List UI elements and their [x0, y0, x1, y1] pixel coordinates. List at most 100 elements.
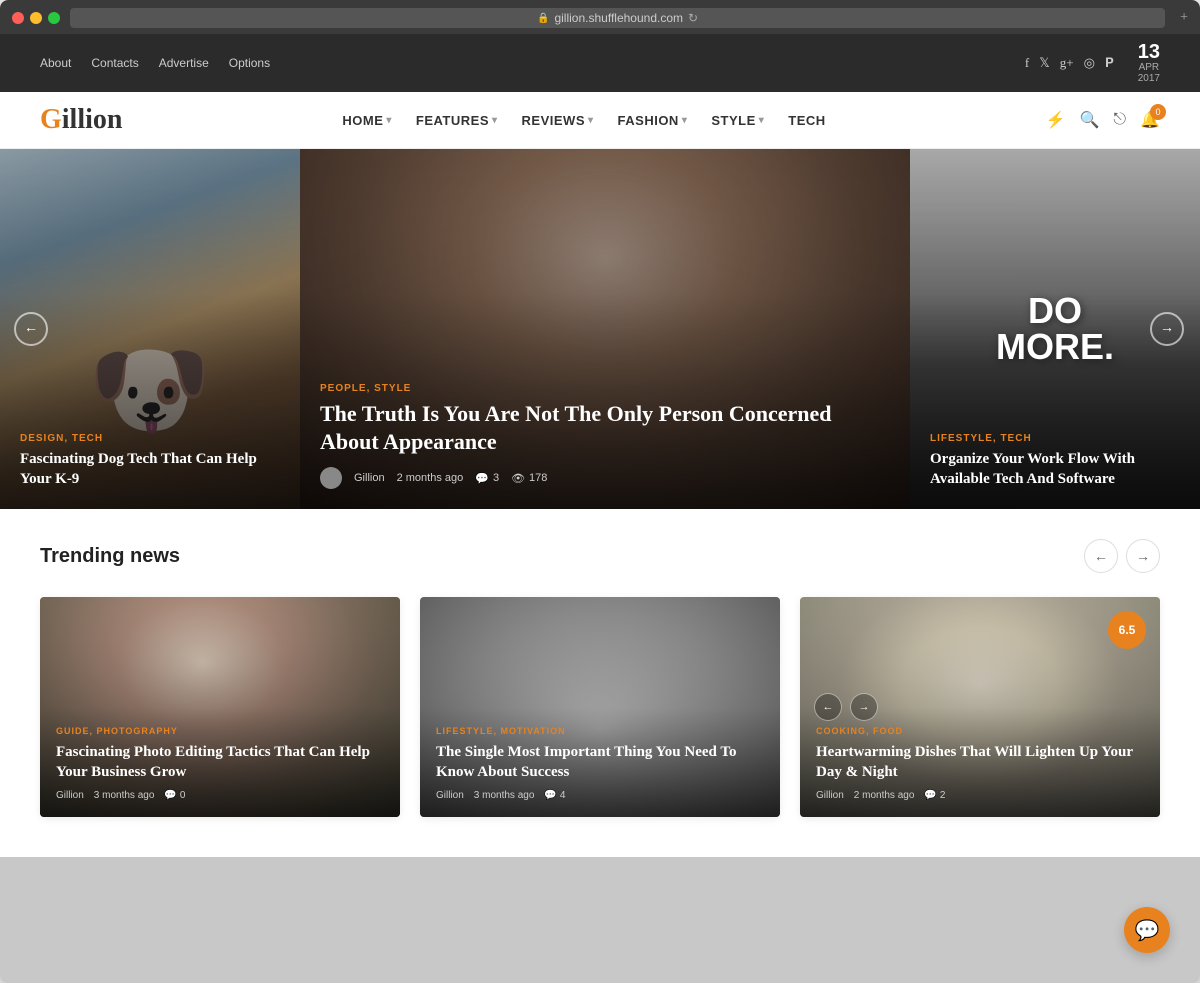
hero-center-title: The Truth Is You Are Not The Only Person… — [320, 400, 890, 457]
card-motivation-time: 3 months ago — [474, 790, 535, 801]
card-photo-time: 3 months ago — [94, 790, 155, 801]
card-photo-content: GUIDE, PHOTOGRAPHY Fascinating Photo Edi… — [40, 710, 400, 818]
topbar-contacts[interactable]: Contacts — [91, 56, 138, 70]
site-header: Gillion HOME ▾ FEATURES ▾ REVIEWS ▾ FASH… — [0, 92, 1200, 149]
card-photo-tags: GUIDE, PHOTOGRAPHY — [56, 726, 384, 736]
lock-icon: 🔒 — [537, 13, 549, 24]
card-food-author: Gillion — [816, 790, 844, 801]
hero-slide-left[interactable]: ← DESIGN, TECH Fascinating Dog Tech That… — [0, 149, 300, 509]
notification-count: 0 — [1150, 104, 1166, 120]
date-year: 2017 — [1138, 73, 1160, 84]
card-food-tags: COOKING, FOOD — [816, 726, 1144, 736]
site-logo[interactable]: Gillion — [40, 104, 122, 136]
card-food-content: COOKING, FOOD Heartwarming Dishes That W… — [800, 710, 1160, 818]
topbar-advertise[interactable]: Advertise — [159, 56, 209, 70]
nav-fashion[interactable]: FASHION ▾ — [618, 113, 688, 128]
card-motivation-meta: Gillion 3 months ago 💬 4 — [436, 790, 764, 801]
nav-reviews[interactable]: REVIEWS ▾ — [522, 113, 594, 128]
card-food-image: 6.5 ← → COOKING, FOOD Heartwarming Dishe… — [800, 597, 1160, 817]
trending-title: Trending news — [40, 545, 180, 568]
food-card-nav: ← → — [814, 693, 878, 721]
hero-center-content: PEOPLE, STYLE The Truth Is You Are Not T… — [320, 383, 890, 489]
nav-style[interactable]: STYLE ▾ — [711, 113, 764, 128]
instagram-icon[interactable]: ◎ — [1084, 55, 1095, 71]
fullscreen-dot[interactable] — [48, 12, 60, 24]
trending-header: Trending news ← → — [40, 539, 1160, 573]
card-photo[interactable]: GUIDE, PHOTOGRAPHY Fascinating Photo Edi… — [40, 597, 400, 817]
card-food-comments: 💬 2 — [924, 790, 945, 801]
nav-features[interactable]: FEATURES ▾ — [416, 113, 498, 128]
card-photo-meta: Gillion 3 months ago 💬 0 — [56, 790, 384, 801]
card-motivation-author: Gillion — [436, 790, 464, 801]
hero-center-meta: Gillion 2 months ago 💬 3 👁 178 — [320, 467, 890, 489]
trending-prev-button[interactable]: ← — [1084, 539, 1118, 573]
chat-button[interactable]: 💬 — [1124, 907, 1170, 953]
card-motivation-content: LIFESTYLE, MOTIVATION The Single Most Im… — [420, 710, 780, 818]
card-motivation[interactable]: LIFESTYLE, MOTIVATION The Single Most Im… — [420, 597, 780, 817]
food-rating-badge: 6.5 — [1108, 611, 1146, 649]
googleplus-icon[interactable]: g+ — [1060, 55, 1074, 71]
search-icon[interactable]: 🔍 — [1079, 110, 1099, 130]
expand-icon[interactable]: + — [1180, 10, 1188, 26]
lightning-icon[interactable]: ⚡ — [1046, 110, 1066, 130]
facebook-icon[interactable]: f — [1025, 55, 1029, 71]
card-food-time: 2 months ago — [854, 790, 915, 801]
hero-left-content: DESIGN, TECH Fascinating Dog Tech That C… — [20, 433, 280, 489]
topbar-options[interactable]: Options — [229, 56, 270, 70]
fashion-caret: ▾ — [682, 115, 688, 126]
food-card-next[interactable]: → — [850, 693, 878, 721]
topbar-nav: About Contacts Advertise Options — [40, 56, 270, 70]
top-bar: About Contacts Advertise Options f 𝕏 g+ … — [0, 34, 1200, 92]
hero-avatar — [320, 467, 342, 489]
browser-chrome: 🔒 gillion.shufflehound.com ↻ + — [0, 0, 1200, 34]
hero-left-tags: DESIGN, TECH — [20, 433, 280, 444]
hero-author: Gillion — [354, 472, 385, 484]
twitter-icon[interactable]: 𝕏 — [1039, 55, 1049, 71]
nav-tech[interactable]: TECH — [788, 113, 825, 128]
food-card-prev[interactable]: ← — [814, 693, 842, 721]
share-icon[interactable]: ⎋ — [1113, 111, 1126, 129]
trending-section: Trending news ← → GUIDE, PHOTOGRAPHY Fas… — [0, 509, 1200, 857]
card-motivation-tags: LIFESTYLE, MOTIVATION — [436, 726, 764, 736]
reviews-caret: ▾ — [588, 115, 594, 126]
date-display: 13 APR 2017 — [1138, 42, 1160, 84]
logo-g: G — [40, 104, 62, 136]
hero-section: ← DESIGN, TECH Fascinating Dog Tech That… — [0, 149, 1200, 509]
close-dot[interactable] — [12, 12, 24, 24]
cards-grid: GUIDE, PHOTOGRAPHY Fascinating Photo Edi… — [40, 597, 1160, 817]
hero-slide-right[interactable]: DO MORE. → LIFESTYLE, TECH Organize Your… — [910, 149, 1200, 509]
trending-next-button[interactable]: → — [1126, 539, 1160, 573]
refresh-button[interactable]: ↻ — [688, 11, 698, 25]
hero-views: 👁 178 — [511, 472, 547, 485]
hero-left-title: Fascinating Dog Tech That Can Help Your … — [20, 450, 280, 489]
topbar-about[interactable]: About — [40, 56, 71, 70]
hero-comments: 💬 3 — [475, 472, 499, 485]
nav-home[interactable]: HOME ▾ — [342, 113, 392, 128]
minimize-dot[interactable] — [30, 12, 42, 24]
address-bar[interactable]: 🔒 gillion.shufflehound.com ↻ — [70, 8, 1165, 28]
browser-dots — [12, 12, 60, 24]
hero-time: 2 months ago — [397, 472, 464, 484]
hero-prev-button[interactable]: ← — [14, 312, 48, 346]
card-food-title: Heartwarming Dishes That Will Lighten Up… — [816, 742, 1144, 783]
card-photo-comments: 💬 0 — [164, 790, 185, 801]
topbar-right: f 𝕏 g+ ◎ 𝐏 13 APR 2017 — [1025, 42, 1160, 84]
card-photo-author: Gillion — [56, 790, 84, 801]
hero-right-tags: LIFESTYLE, TECH — [930, 433, 1180, 444]
date-day: 13 — [1138, 42, 1160, 62]
do-more-text: DO MORE. — [983, 293, 1128, 365]
url-text: gillion.shufflehound.com — [554, 11, 683, 25]
hero-right-content: LIFESTYLE, TECH Organize Your Work Flow … — [930, 433, 1180, 489]
date-month: APR — [1139, 62, 1160, 73]
pinterest-icon[interactable]: 𝐏 — [1105, 55, 1114, 71]
features-caret: ▾ — [492, 115, 498, 126]
card-motivation-image: LIFESTYLE, MOTIVATION The Single Most Im… — [420, 597, 780, 817]
home-caret: ▾ — [386, 115, 392, 126]
notifications-button[interactable]: 🔔 0 — [1140, 110, 1160, 130]
card-food[interactable]: 6.5 ← → COOKING, FOOD Heartwarming Dishe… — [800, 597, 1160, 817]
card-photo-title: Fascinating Photo Editing Tactics That C… — [56, 742, 384, 783]
trending-nav: ← → — [1084, 539, 1160, 573]
hero-next-button[interactable]: → — [1150, 312, 1184, 346]
logo-text: illion — [62, 104, 123, 136]
hero-slide-center[interactable]: PEOPLE, STYLE The Truth Is You Are Not T… — [300, 149, 910, 509]
